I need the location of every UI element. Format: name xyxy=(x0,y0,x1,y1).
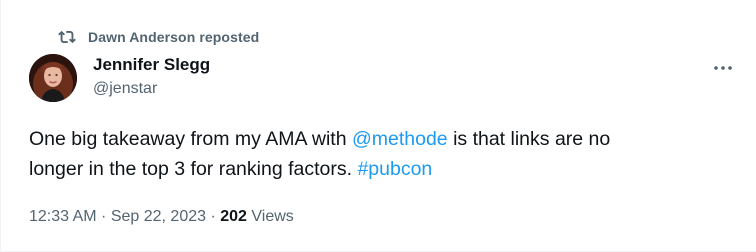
tweet-text: One big takeaway from my AMA with @metho… xyxy=(29,124,729,184)
tweet-text-line-2: longer in the top 3 for ranking factors.… xyxy=(29,154,729,184)
views-label: Views xyxy=(246,208,294,225)
tweet-card[interactable]: Dawn Anderson reposted Jennifer Slegg @j… xyxy=(0,0,756,252)
repost-icon xyxy=(58,28,76,46)
hashtag-link[interactable]: #pubcon xyxy=(357,158,432,180)
tweet-text-line-1: One big takeaway from my AMA with @metho… xyxy=(29,124,729,154)
meta-separator: · xyxy=(96,208,111,225)
views-count: 202 xyxy=(220,208,247,225)
tweet-time: 12:33 AM xyxy=(29,208,97,225)
mention-link[interactable]: @methode xyxy=(352,128,448,150)
more-options-icon xyxy=(712,64,734,72)
timestamp-link[interactable]: 12:33 AM · Sep 22, 2023 xyxy=(29,208,206,225)
avatar[interactable] xyxy=(29,54,77,102)
repost-label[interactable]: Dawn Anderson reposted xyxy=(88,29,259,45)
repost-indicator[interactable]: Dawn Anderson reposted xyxy=(58,27,259,47)
author-handle[interactable]: @jenstar xyxy=(93,79,157,99)
tweet-text-part: One big takeaway from my AMA with xyxy=(29,128,352,150)
meta-separator: · xyxy=(206,208,221,225)
tweet-date: Sep 22, 2023 xyxy=(110,208,207,225)
author-name[interactable]: Jennifer Slegg xyxy=(93,54,210,76)
tweet-meta: 12:33 AM · Sep 22, 2023 · 202 Views xyxy=(29,206,294,228)
tweet-text-part: is that links are no xyxy=(447,128,611,150)
tweet-text-part: longer in the top 3 for ranking factors. xyxy=(29,158,358,180)
more-options-button[interactable] xyxy=(709,58,737,78)
